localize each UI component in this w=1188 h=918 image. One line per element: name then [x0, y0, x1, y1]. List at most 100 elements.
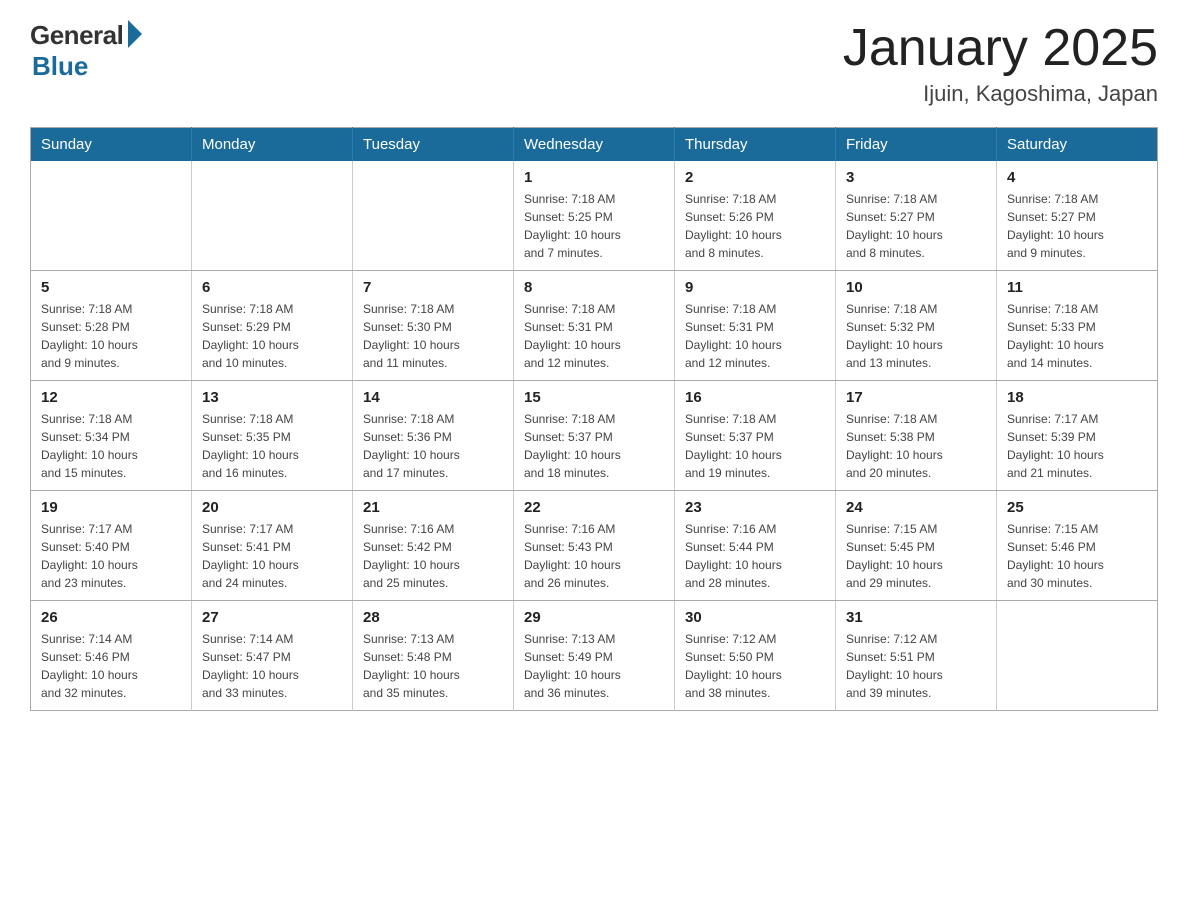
calendar-cell: 7 Sunrise: 7:18 AM Sunset: 5:30 PM Daylig…	[353, 271, 514, 381]
page-header: General Blue January 2025 Ijuin, Kagoshi…	[30, 20, 1158, 107]
day-number: 12	[41, 389, 181, 406]
calendar-cell: 21Sunrise: 7:16 AM Sunset: 5:42 PM Dayli…	[353, 491, 514, 601]
calendar-cell: 12Sunrise: 7:18 AM Sunset: 5:34 PM Dayli…	[31, 381, 192, 491]
weekday-header-row: SundayMondayTuesdayWednesdayThursdayFrid…	[31, 128, 1158, 162]
day-info: Sunrise: 7:16 AM Sunset: 5:44 PM Dayligh…	[685, 520, 825, 592]
weekday-header-wednesday: Wednesday	[514, 128, 675, 162]
calendar-cell: 25 Sunrise: 7:15 AM Sunset: 5:46 PM Dayli…	[997, 491, 1158, 601]
calendar-body: 1 Sunrise: 7:18 AM Sunset: 5:25 PM Daylig…	[31, 161, 1158, 711]
day-info: Sunrise: 7:13 AM Sunset: 5:48 PM Dayligh…	[363, 630, 503, 702]
calendar-cell: 24Sunrise: 7:15 AM Sunset: 5:45 PM Dayli…	[836, 491, 997, 601]
day-number: 18	[1007, 389, 1147, 406]
day-number: 7	[363, 279, 503, 296]
day-info: Sunrise: 7:13 AM Sunset: 5:49 PM Dayligh…	[524, 630, 664, 702]
day-number: 30	[685, 609, 825, 626]
weekday-header-friday: Friday	[836, 128, 997, 162]
day-info: Sunrise: 7:16 AM Sunset: 5:43 PM Dayligh…	[524, 520, 664, 592]
day-info: Sunrise: 7:18 AM Sunset: 5:33 PM Dayligh…	[1007, 300, 1147, 372]
calendar-cell: 26 Sunrise: 7:14 AM Sunset: 5:46 PM Dayli…	[31, 601, 192, 711]
day-number: 23	[685, 499, 825, 516]
weekday-header-monday: Monday	[192, 128, 353, 162]
day-info: Sunrise: 7:18 AM Sunset: 5:36 PM Dayligh…	[363, 410, 503, 482]
calendar-week-row: 5Sunrise: 7:18 AM Sunset: 5:28 PM Daylig…	[31, 271, 1158, 381]
day-info: Sunrise: 7:18 AM Sunset: 5:27 PM Dayligh…	[1007, 190, 1147, 262]
day-info: Sunrise: 7:18 AM Sunset: 5:26 PM Dayligh…	[685, 190, 825, 262]
day-info: Sunrise: 7:18 AM Sunset: 5:25 PM Dayligh…	[524, 190, 664, 262]
day-info: Sunrise: 7:15 AM Sunset: 5:46 PM Dayligh…	[1007, 520, 1147, 592]
calendar-cell: 6 Sunrise: 7:18 AM Sunset: 5:29 PM Daylig…	[192, 271, 353, 381]
weekday-header-sunday: Sunday	[31, 128, 192, 162]
day-number: 21	[363, 499, 503, 516]
day-info: Sunrise: 7:17 AM Sunset: 5:39 PM Dayligh…	[1007, 410, 1147, 482]
day-number: 1	[524, 169, 664, 186]
calendar-subtitle: Ijuin, Kagoshima, Japan	[843, 81, 1158, 107]
logo-blue-text: Blue	[32, 51, 88, 82]
calendar-week-row: 19 Sunrise: 7:17 AM Sunset: 5:40 PM Dayli…	[31, 491, 1158, 601]
calendar-cell: 9 Sunrise: 7:18 AM Sunset: 5:31 PM Daylig…	[675, 271, 836, 381]
day-number: 8	[524, 279, 664, 296]
calendar-cell: 22 Sunrise: 7:16 AM Sunset: 5:43 PM Dayli…	[514, 491, 675, 601]
calendar-cell: 8 Sunrise: 7:18 AM Sunset: 5:31 PM Daylig…	[514, 271, 675, 381]
day-number: 3	[846, 169, 986, 186]
day-info: Sunrise: 7:17 AM Sunset: 5:41 PM Dayligh…	[202, 520, 342, 592]
day-info: Sunrise: 7:17 AM Sunset: 5:40 PM Dayligh…	[41, 520, 181, 592]
calendar-cell: 20 Sunrise: 7:17 AM Sunset: 5:41 PM Dayli…	[192, 491, 353, 601]
day-info: Sunrise: 7:12 AM Sunset: 5:50 PM Dayligh…	[685, 630, 825, 702]
day-number: 10	[846, 279, 986, 296]
day-number: 22	[524, 499, 664, 516]
day-info: Sunrise: 7:18 AM Sunset: 5:38 PM Dayligh…	[846, 410, 986, 482]
day-info: Sunrise: 7:18 AM Sunset: 5:37 PM Dayligh…	[685, 410, 825, 482]
calendar-cell: 27Sunrise: 7:14 AM Sunset: 5:47 PM Dayli…	[192, 601, 353, 711]
day-number: 16	[685, 389, 825, 406]
calendar-cell: 5Sunrise: 7:18 AM Sunset: 5:28 PM Daylig…	[31, 271, 192, 381]
day-info: Sunrise: 7:18 AM Sunset: 5:31 PM Dayligh…	[524, 300, 664, 372]
calendar-cell	[192, 161, 353, 271]
calendar-table: SundayMondayTuesdayWednesdayThursdayFrid…	[30, 127, 1158, 711]
calendar-cell: 10 Sunrise: 7:18 AM Sunset: 5:32 PM Dayli…	[836, 271, 997, 381]
day-info: Sunrise: 7:18 AM Sunset: 5:28 PM Dayligh…	[41, 300, 181, 372]
logo-arrow-icon	[128, 20, 142, 48]
weekday-header-tuesday: Tuesday	[353, 128, 514, 162]
calendar-title: January 2025	[843, 20, 1158, 77]
day-number: 13	[202, 389, 342, 406]
calendar-cell: 4Sunrise: 7:18 AM Sunset: 5:27 PM Daylig…	[997, 161, 1158, 271]
calendar-cell: 1 Sunrise: 7:18 AM Sunset: 5:25 PM Daylig…	[514, 161, 675, 271]
day-info: Sunrise: 7:18 AM Sunset: 5:32 PM Dayligh…	[846, 300, 986, 372]
calendar-cell: 3 Sunrise: 7:18 AM Sunset: 5:27 PM Daylig…	[836, 161, 997, 271]
calendar-header: SundayMondayTuesdayWednesdayThursdayFrid…	[31, 128, 1158, 162]
calendar-cell	[31, 161, 192, 271]
day-info: Sunrise: 7:18 AM Sunset: 5:27 PM Dayligh…	[846, 190, 986, 262]
calendar-cell: 30 Sunrise: 7:12 AM Sunset: 5:50 PM Dayli…	[675, 601, 836, 711]
day-info: Sunrise: 7:18 AM Sunset: 5:30 PM Dayligh…	[363, 300, 503, 372]
day-number: 15	[524, 389, 664, 406]
calendar-cell: 18 Sunrise: 7:17 AM Sunset: 5:39 PM Dayli…	[997, 381, 1158, 491]
calendar-cell: 15 Sunrise: 7:18 AM Sunset: 5:37 PM Dayli…	[514, 381, 675, 491]
day-info: Sunrise: 7:18 AM Sunset: 5:31 PM Dayligh…	[685, 300, 825, 372]
calendar-cell: 28Sunrise: 7:13 AM Sunset: 5:48 PM Dayli…	[353, 601, 514, 711]
calendar-cell: 19 Sunrise: 7:17 AM Sunset: 5:40 PM Dayli…	[31, 491, 192, 601]
calendar-cell: 31 Sunrise: 7:12 AM Sunset: 5:51 PM Dayli…	[836, 601, 997, 711]
day-number: 6	[202, 279, 342, 296]
logo-general-text: General	[30, 20, 123, 51]
day-number: 27	[202, 609, 342, 626]
day-number: 31	[846, 609, 986, 626]
calendar-cell	[353, 161, 514, 271]
day-number: 9	[685, 279, 825, 296]
calendar-week-row: 12Sunrise: 7:18 AM Sunset: 5:34 PM Dayli…	[31, 381, 1158, 491]
calendar-cell: 13Sunrise: 7:18 AM Sunset: 5:35 PM Dayli…	[192, 381, 353, 491]
weekday-header-saturday: Saturday	[997, 128, 1158, 162]
day-info: Sunrise: 7:18 AM Sunset: 5:29 PM Dayligh…	[202, 300, 342, 372]
day-info: Sunrise: 7:18 AM Sunset: 5:37 PM Dayligh…	[524, 410, 664, 482]
day-info: Sunrise: 7:14 AM Sunset: 5:46 PM Dayligh…	[41, 630, 181, 702]
calendar-cell: 23 Sunrise: 7:16 AM Sunset: 5:44 PM Dayli…	[675, 491, 836, 601]
day-number: 2	[685, 169, 825, 186]
title-section: January 2025 Ijuin, Kagoshima, Japan	[843, 20, 1158, 107]
day-number: 19	[41, 499, 181, 516]
day-number: 17	[846, 389, 986, 406]
day-number: 20	[202, 499, 342, 516]
day-number: 25	[1007, 499, 1147, 516]
calendar-week-row: 26 Sunrise: 7:14 AM Sunset: 5:46 PM Dayli…	[31, 601, 1158, 711]
day-info: Sunrise: 7:12 AM Sunset: 5:51 PM Dayligh…	[846, 630, 986, 702]
calendar-cell: 2 Sunrise: 7:18 AM Sunset: 5:26 PM Daylig…	[675, 161, 836, 271]
day-number: 26	[41, 609, 181, 626]
